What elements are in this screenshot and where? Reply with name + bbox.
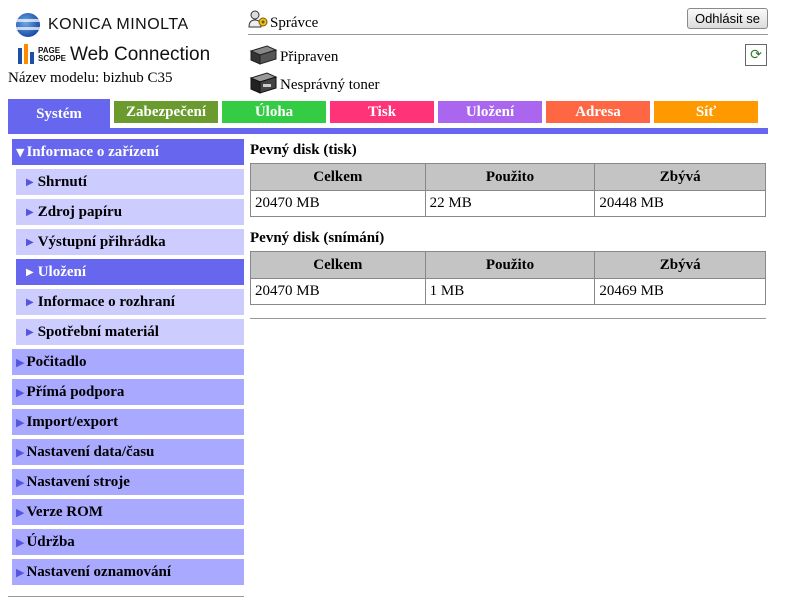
triangle-right-icon: ▶ <box>16 385 25 399</box>
sidebar-item-rom-version[interactable]: ▶ Verze ROM <box>12 499 244 525</box>
triangle-right-icon: ▶ <box>16 565 25 579</box>
column-remaining: Zbývá <box>594 251 766 279</box>
used-value: 22 MB <box>424 190 596 217</box>
table-row: 20470 MB 1 MB 20469 MB <box>250 278 766 305</box>
sidebar-item-date-time[interactable]: ▶ Nastavení data/času <box>12 439 244 465</box>
triangle-right-icon: ▶ <box>26 236 34 248</box>
sidebar-item-paper-source[interactable]: ▶ Zdroj papíru <box>16 199 244 225</box>
remaining-value: 20469 MB <box>594 278 766 305</box>
table-row: 20470 MB 22 MB 20448 MB <box>250 190 766 217</box>
total-value: 20470 MB <box>250 190 426 217</box>
scan-disk-table: Celkem Použito Zbývá 20470 MB 1 MB 20469… <box>250 251 766 305</box>
column-total: Celkem <box>250 163 426 191</box>
sidebar-item-direct-support[interactable]: ▶ Přímá podpora <box>12 379 244 405</box>
scan-disk-title: Pevný disk (snímání) <box>250 230 385 246</box>
status-ready-text: Připraven <box>280 49 339 65</box>
triangle-right-icon: ▶ <box>26 326 34 338</box>
triangle-right-icon: ▶ <box>16 445 25 459</box>
triangle-right-icon: ▶ <box>26 296 34 308</box>
sidebar-item-machine-settings[interactable]: ▶ Nastavení stroje <box>12 469 244 495</box>
triangle-right-icon: ▶ <box>26 176 34 188</box>
sidebar-item-notification[interactable]: ▶ Nastavení oznamování <box>12 559 244 585</box>
logout-button[interactable]: Odhlásit se <box>686 8 768 29</box>
triangle-right-icon: ▶ <box>16 505 25 519</box>
tab-network[interactable]: Síť <box>654 101 758 123</box>
konica-minolta-logo: KONICA MINOLTA <box>16 12 189 38</box>
triangle-right-icon: ▶ <box>16 355 25 369</box>
triangle-right-icon: ▶ <box>26 266 34 278</box>
tab-storage[interactable]: Uložení <box>438 101 542 123</box>
brand-name: KONICA MINOLTA <box>48 16 189 33</box>
print-disk-title: Pevný disk (tisk) <box>250 142 357 158</box>
admin-bar: Správce Odhlásit se <box>248 8 768 35</box>
sidebar-divider <box>8 596 244 597</box>
column-used: Použito <box>424 163 596 191</box>
triangle-right-icon: ▶ <box>26 206 34 218</box>
column-remaining: Zbývá <box>594 163 766 191</box>
web-connection-title: Web Connection <box>70 44 211 65</box>
sidebar-item-storage[interactable]: ▶ Uložení <box>16 259 244 285</box>
column-used: Použito <box>424 251 596 279</box>
sidebar-item-device-info[interactable]: ▼ Informace o zařízení <box>12 139 244 165</box>
admin-name: Správce <box>270 15 319 31</box>
model-name: Název modelu: bizhub C35 <box>8 70 173 86</box>
tab-address[interactable]: Adresa <box>546 101 650 123</box>
tab-underline <box>8 128 768 134</box>
print-disk-table: Celkem Použito Zbývá 20470 MB 22 MB 2044… <box>250 163 766 217</box>
table-header-row: Celkem Použito Zbývá <box>250 251 766 279</box>
status-toner: Nesprávný toner <box>248 72 380 94</box>
tab-print[interactable]: Tisk <box>330 101 434 123</box>
tab-system[interactable]: Systém <box>8 99 110 129</box>
triangle-right-icon: ▶ <box>16 475 25 489</box>
sidebar-item-import-export[interactable]: ▶ Import/export <box>12 409 244 435</box>
printer-ready-icon <box>249 45 278 65</box>
konica-minolta-globe-icon <box>16 13 40 37</box>
admin-user-icon <box>248 10 268 28</box>
table-header-row: Celkem Použito Zbývá <box>250 163 766 191</box>
triangle-right-icon: ▶ <box>16 415 25 429</box>
status-ready: Připraven <box>248 44 338 66</box>
sidebar-item-interface-info[interactable]: ▶ Informace o rozhraní <box>16 289 244 315</box>
refresh-icon[interactable]: ⟳ <box>745 44 767 66</box>
tab-security[interactable]: Zabezpečení <box>114 101 218 123</box>
pagescope-text: PAGE SCOPE <box>38 46 67 63</box>
sidebar-item-consumables[interactable]: ▶ Spotřební materiál <box>16 319 244 345</box>
pagescope-logo: PAGE SCOPE Web Connection <box>16 44 210 66</box>
sidebar-item-output-tray[interactable]: ▶ Výstupní přihrádka <box>16 229 244 255</box>
column-total: Celkem <box>250 251 426 279</box>
status-toner-text: Nesprávný toner <box>280 77 380 93</box>
used-value: 1 MB <box>424 278 596 305</box>
sidebar-item-maintenance[interactable]: ▶ Údržba <box>12 529 244 555</box>
pagescope-mark-icon <box>16 44 36 66</box>
content-divider <box>250 318 766 319</box>
remaining-value: 20448 MB <box>594 190 766 217</box>
total-value: 20470 MB <box>250 278 426 305</box>
triangle-down-icon: ▼ <box>16 145 25 159</box>
triangle-right-icon: ▶ <box>16 535 25 549</box>
sidebar-item-summary[interactable]: ▶ Shrnutí <box>16 169 244 195</box>
sidebar-item-counter[interactable]: ▶ Počitadlo <box>12 349 244 375</box>
printer-toner-icon <box>249 72 278 94</box>
tab-job[interactable]: Úloha <box>222 101 326 123</box>
